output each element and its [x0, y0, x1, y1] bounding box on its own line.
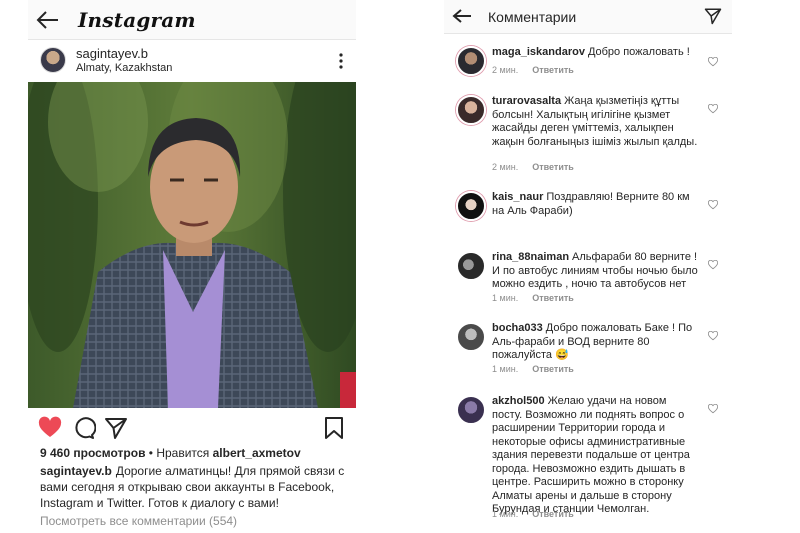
avatar[interactable]: [40, 47, 66, 73]
reply-button[interactable]: Ответить: [532, 509, 574, 519]
post-photo[interactable]: [28, 82, 356, 408]
comment-body: rina_88naiman Альфараби 80 верните ! И по…: [492, 251, 698, 292]
back-arrow-icon[interactable]: [452, 8, 472, 24]
post-username[interactable]: sagintayev.b: [76, 46, 148, 61]
comment-like-icon[interactable]: [708, 57, 718, 67]
comment-like-icon[interactable]: [708, 331, 718, 341]
comment-username[interactable]: turarovasalta: [492, 95, 561, 107]
comment-time: 1 мин.: [492, 509, 519, 519]
top-bar: Instagram: [28, 0, 356, 40]
comment-body: maga_iskandarov Добро пожаловать !: [492, 46, 698, 60]
comment-meta: 1 мин. Ответить: [492, 293, 574, 303]
instagram-logo: Instagram: [78, 8, 196, 32]
comment-like-icon[interactable]: [708, 260, 718, 270]
comment-avatar[interactable]: [456, 251, 486, 281]
comment-avatar[interactable]: [456, 191, 486, 221]
reply-button[interactable]: Ответить: [532, 364, 574, 374]
views-line: 9 460 просмотров • Нравится albert_axmet…: [40, 446, 301, 460]
direct-message-icon[interactable]: [704, 7, 722, 25]
comment-like-icon[interactable]: [708, 200, 718, 210]
comment-icon[interactable]: [72, 416, 96, 440]
comment-meta: 2 мин. Ответить: [492, 162, 574, 172]
comment-username[interactable]: rina_88naiman: [492, 251, 569, 263]
comments-panel: Комментарии maga_iskandarov Добро пожалов…: [444, 0, 732, 533]
more-options-icon[interactable]: [338, 53, 344, 69]
comment-username[interactable]: maga_iskandarov: [492, 46, 585, 58]
comment-like-icon[interactable]: [708, 404, 718, 414]
comment-avatar[interactable]: [456, 322, 486, 352]
comment-body: bocha033 Добро пожаловать Баке ! По Аль-ф…: [492, 322, 698, 363]
back-arrow-icon[interactable]: [36, 10, 60, 30]
comment-avatar[interactable]: [456, 46, 486, 76]
comment-time: 1 мин.: [492, 293, 519, 303]
reply-button[interactable]: Ответить: [532, 293, 574, 303]
comment-avatar[interactable]: [456, 395, 486, 425]
comment-username[interactable]: bocha033: [492, 322, 543, 334]
liked-by-prefix: • Нравится: [145, 446, 213, 460]
comment-meta: 1 мин. Ответить: [492, 364, 574, 374]
comment-text: Добро пожаловать !: [587, 46, 690, 58]
reply-button[interactable]: Ответить: [532, 162, 574, 172]
view-all-comments-link[interactable]: Посмотреть все комментарии (554): [40, 514, 237, 528]
comment-meta: 1 мин. Ответить: [492, 509, 574, 519]
comment-time: 1 мин.: [492, 364, 519, 374]
comments-title: Комментарии: [488, 9, 577, 25]
comment-username[interactable]: akzhol500: [492, 395, 545, 407]
comment-avatar[interactable]: [456, 95, 486, 125]
post-header: sagintayev.b Almaty, Kazakhstan: [28, 40, 356, 82]
comment-like-icon[interactable]: [708, 104, 718, 114]
post-panel: Instagram sagintayev.b Almaty, Kazakhsta…: [28, 0, 356, 533]
liked-by-user[interactable]: albert_axmetov: [213, 446, 301, 460]
comment-body: turarovasalta Жаңа қызметіңіз құтты болсы…: [492, 95, 698, 149]
post-actions: [28, 414, 356, 442]
comments-header: Комментарии: [444, 0, 732, 34]
bookmark-icon[interactable]: [322, 416, 346, 440]
views-count[interactable]: 9 460 просмотров: [40, 446, 145, 460]
comment-body: akzhol500 Желаю удачи на новом посту. Воз…: [492, 395, 698, 517]
comment-time: 2 мин.: [492, 65, 519, 75]
comment-username[interactable]: kais_naur: [492, 191, 543, 203]
comment-text: Желаю удачи на новом посту. Возможно ли …: [492, 395, 690, 515]
caption-username[interactable]: sagintayev.b: [40, 464, 112, 478]
comment-meta: 2 мин. Ответить: [492, 65, 574, 75]
share-icon[interactable]: [104, 416, 128, 440]
reply-button[interactable]: Ответить: [532, 65, 574, 75]
post-caption: sagintayev.b Дорогие алматинцы! Для прямо…: [40, 463, 350, 511]
like-heart-icon[interactable]: [38, 416, 62, 440]
post-location[interactable]: Almaty, Kazakhstan: [76, 62, 172, 74]
comment-body: kais_naur Поздравляю! Верните 80 км на Ал…: [492, 191, 698, 218]
comment-time: 2 мин.: [492, 162, 519, 172]
